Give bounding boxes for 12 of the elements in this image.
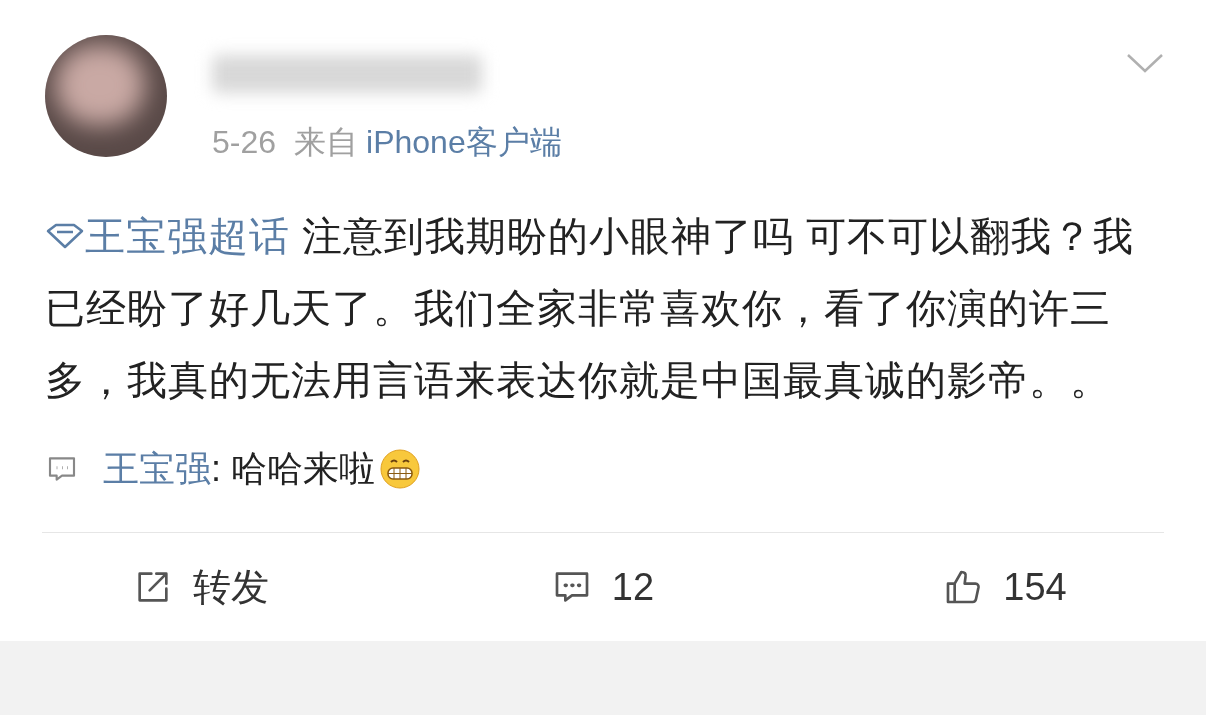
grin-emoji-icon [379, 448, 421, 490]
source-link[interactable]: iPhone客户端 [366, 118, 562, 166]
comment-button[interactable]: 12 [402, 533, 804, 641]
post-date: 5-26 [212, 123, 277, 162]
source-prefix: 来自 [294, 123, 359, 162]
reply-text: : 哈哈来啦 [211, 447, 375, 491]
topic-link[interactable]: 王宝强超话 [45, 200, 290, 272]
diamond-icon [45, 222, 85, 250]
like-button[interactable]: 154 [804, 533, 1206, 641]
reply-author[interactable]: 王宝强 [103, 442, 211, 496]
post-text: 王宝强超话 注意到我期盼的小眼神了吗 可不可以翻我？我已经盼了好几天了。我们全家非常喜欢你，看了你演的许三多，我真的无法用言语来表达你就是中国最真诚的影帝。。 [45, 200, 1161, 416]
repost-button[interactable]: 转发 [0, 533, 402, 641]
